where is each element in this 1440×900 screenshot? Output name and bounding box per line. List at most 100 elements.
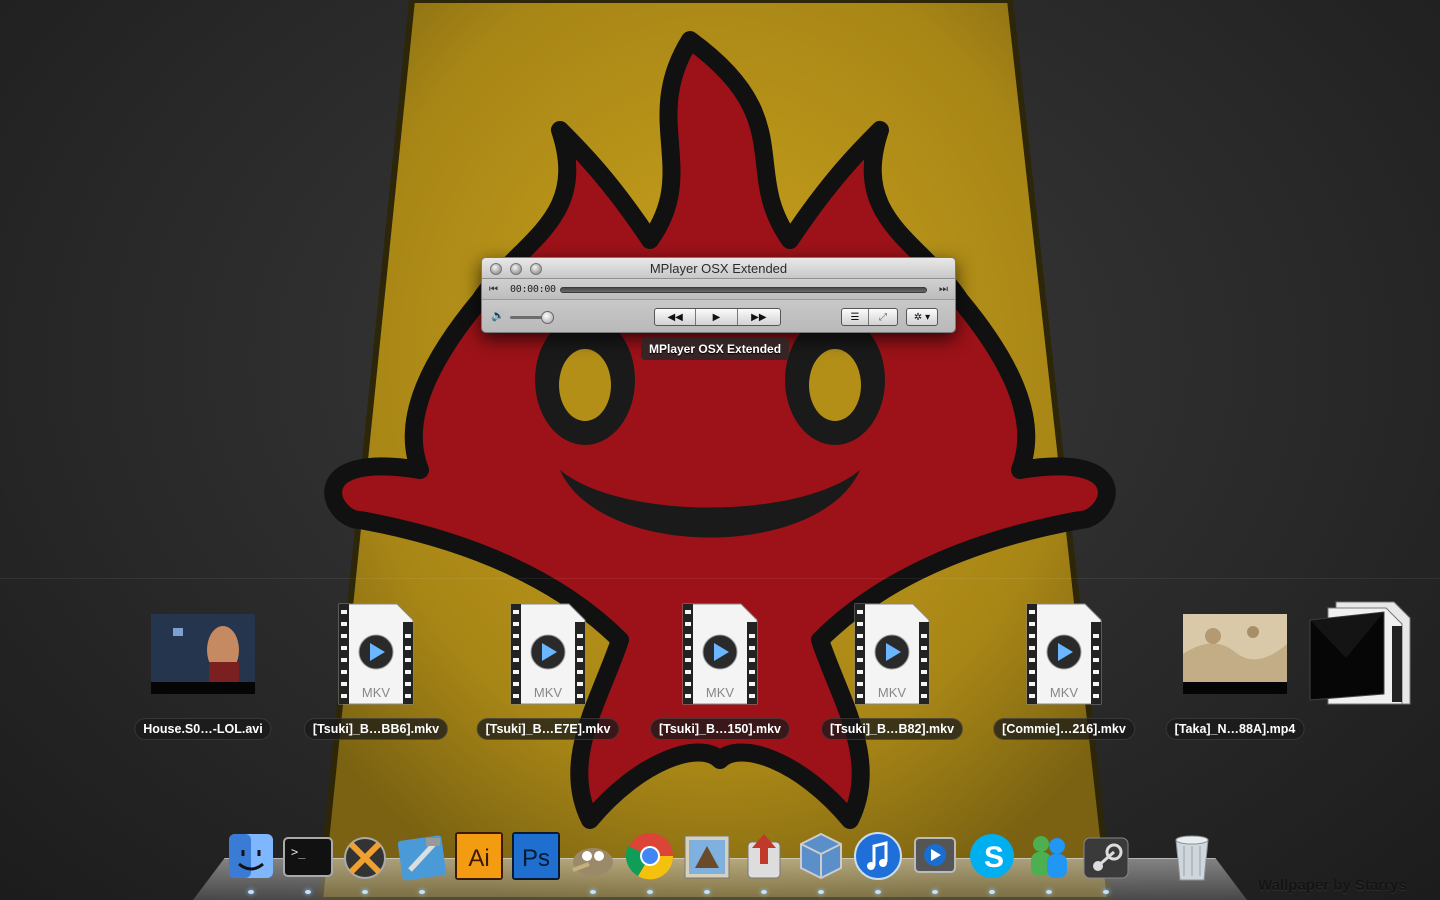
dock-item-chrome[interactable] [624,830,676,882]
mkv-document-icon: MKV [510,603,586,705]
mail-icon [684,835,730,879]
mplayer-window[interactable]: MPlayer OSX Extended ⏮ 00:00:00 ⏭ 🔊 ◀◀ ▶… [481,257,956,333]
skip-to-start-icon[interactable]: ⏮ [489,284,498,295]
running-indicator [305,890,311,894]
dock-item-transmission[interactable] [738,830,790,882]
file-name: [Tsuki]_B…BB6].mkv [303,718,449,740]
running-indicator [647,890,653,894]
dock-item-terminal[interactable]: >_ [282,830,334,882]
skype-icon: S [970,834,1014,878]
video-thumbnail [151,614,255,694]
stack-file[interactable]: [Taka]_N…88A].mp4 [1150,598,1320,743]
dock-item-messenger[interactable] [1023,830,1075,882]
gimp-icon [572,848,613,876]
stack-file[interactable]: MKV [Tsuki]_B…B82].mkv [807,598,977,743]
dock-item-steam[interactable] [1080,830,1132,882]
terminal-icon: >_ [283,837,333,877]
mplayer-icon [914,837,956,873]
steam-icon [1083,837,1129,879]
running-indicator [704,890,710,894]
dock-item-trash[interactable] [1166,830,1218,882]
fast-forward-button[interactable]: ▶▶ [738,309,780,325]
rewind-button[interactable]: ◀◀ [655,309,697,325]
svg-text:>_: >_ [291,845,306,859]
svg-text:S: S [984,841,1004,874]
dock-item-gimp[interactable] [567,830,619,882]
xcode-icon [397,835,447,881]
virtualbox-icon [800,832,842,880]
running-indicator [1103,890,1109,894]
running-indicator [1046,890,1052,894]
dock-tooltip: MPlayer OSX Extended [641,338,790,360]
skip-to-end-icon[interactable]: ⏭ [939,284,948,295]
action-menu-button[interactable]: ✲ ▾ [906,308,938,326]
time-display: 00:00:00 [510,284,556,295]
mkv-document-icon: MKV [1026,603,1102,705]
dock-item-itunes[interactable] [852,830,904,882]
running-indicator [590,890,596,894]
running-indicator [248,890,254,894]
finder-icon [229,834,273,878]
file-name: [Taka]_N…88A].mp4 [1165,718,1305,740]
running-indicator [761,890,767,894]
dock-item-photoshop[interactable]: Ps [510,830,562,882]
running-indicator [419,890,425,894]
video-thumbnail [1183,614,1287,694]
trash-icon [1175,835,1209,881]
dock-item-virtualbox[interactable] [795,830,847,882]
play-button[interactable]: ▶ [696,309,738,325]
mkv-document-icon: MKV [854,603,930,705]
stack-file[interactable]: MKV [Tsuki]_B…BB6].mkv [291,598,461,743]
dock-item-mail[interactable] [681,830,733,882]
dock-item-xcode[interactable] [396,830,448,882]
seek-bar[interactable] [560,287,927,293]
mkv-document-icon: MKV [682,603,758,705]
wallpaper-credit: Wallpaper by Starrys [1258,877,1407,894]
svg-text:MKV: MKV [706,685,735,700]
x11-icon [344,837,386,879]
volume-knob[interactable] [541,311,554,324]
stack-file[interactable]: MKV [Tsuki]_B…E7E].mkv [463,598,633,743]
dock-item-skype[interactable]: S [966,830,1018,882]
window-titlebar[interactable]: MPlayer OSX Extended [482,258,955,279]
file-name: [Commie]…216].mkv [993,718,1135,740]
mkv-document-icon: MKV [338,603,414,705]
file-name: House.S0…-LOL.avi [134,718,272,740]
dock-item-x11[interactable] [339,830,391,882]
stack-pile-icon[interactable] [1306,598,1414,708]
running-indicator [932,890,938,894]
app-label: Ps [522,845,550,872]
dock-item-finder[interactable] [225,830,277,882]
stack-file[interactable]: MKV [Tsuki]_B…150].mkv [635,598,805,743]
running-indicator [818,890,824,894]
svg-text:MKV: MKV [534,685,563,700]
svg-text:MKV: MKV [1050,685,1079,700]
speaker-icon[interactable]: 🔊 [491,309,505,322]
chrome-icon [625,833,674,880]
dock-item-illustrator[interactable]: Ai [453,830,505,882]
itunes-icon [854,832,902,880]
svg-text:MKV: MKV [362,685,391,700]
file-name: [Tsuki]_B…E7E].mkv [476,718,620,740]
transmission-icon [747,834,781,879]
running-indicator [875,890,881,894]
window-title: MPlayer OSX Extended [649,261,788,276]
photoshop-icon: Ps [512,832,560,880]
transport-controls: ◀◀ ▶ ▶▶ [654,308,781,326]
stack-divider [0,578,1440,579]
app-label: Ai [468,845,489,872]
file-name: [Tsuki]_B…150].mkv [649,718,791,740]
messenger-icon [1031,836,1067,878]
gear-icon: ✲ ▾ [913,311,931,323]
svg-text:MKV: MKV [878,685,907,700]
playlist-button[interactable]: ☰ [842,309,870,325]
scrubber-row: ⏮ 00:00:00 ⏭ [482,280,955,300]
fullscreen-button[interactable]: ⤢ [869,309,897,325]
stack-file[interactable]: House.S0…-LOL.avi [118,598,288,743]
stack-file[interactable]: MKV [Commie]…216].mkv [979,598,1149,743]
file-name: [Tsuki]_B…B82].mkv [820,718,964,740]
dock-item-mplayer-osx-extended[interactable] [909,830,961,882]
desktop-wallpaper [316,0,1116,900]
running-indicator [362,890,368,894]
controls-row: 🔊 ◀◀ ▶ ▶▶ ☰ ⤢ ✲ ▾ [482,301,955,332]
